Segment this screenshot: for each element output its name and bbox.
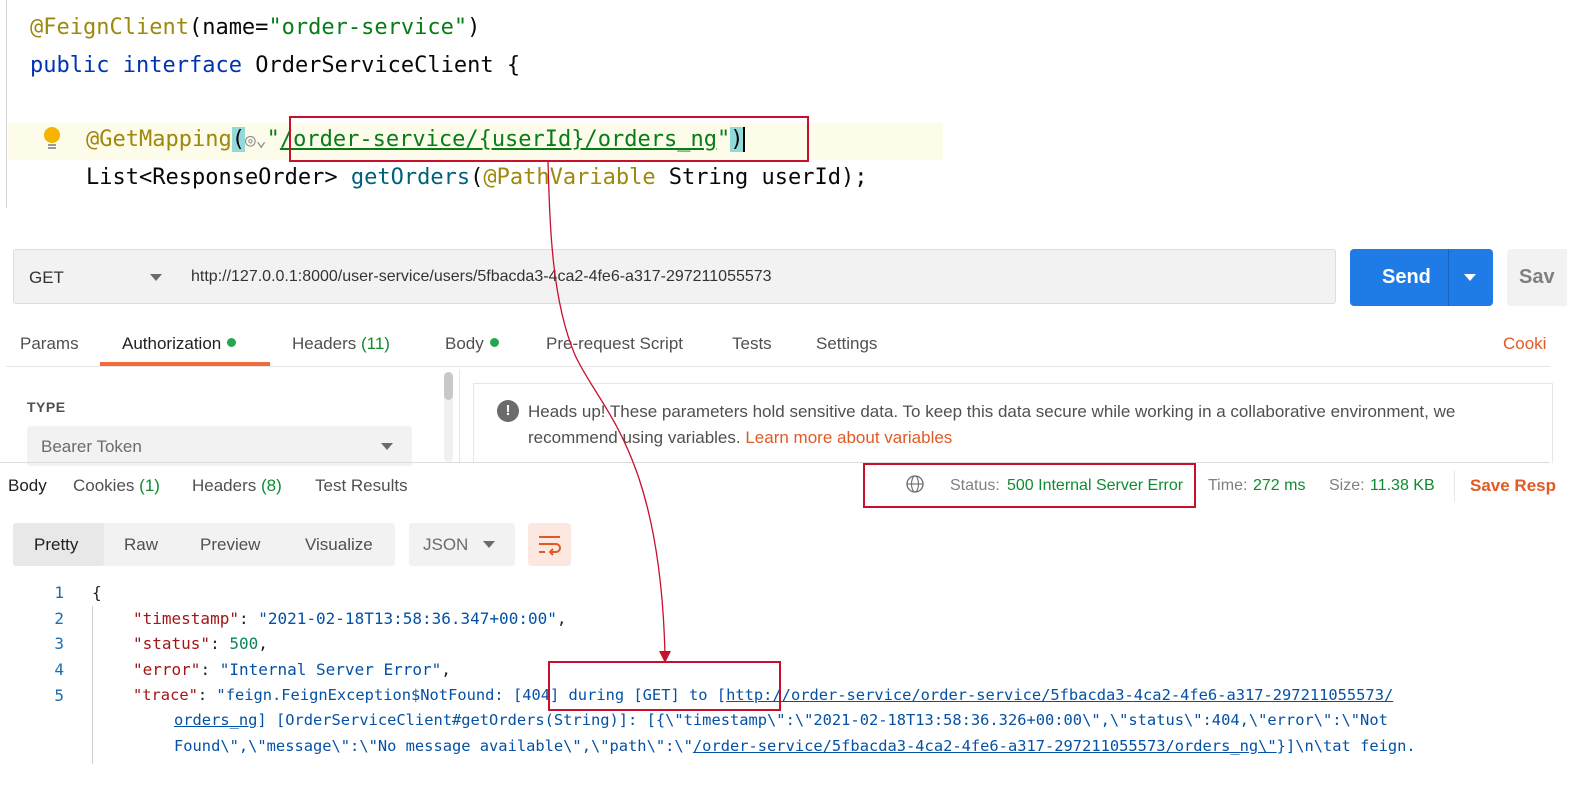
annotation-arrow	[547, 161, 671, 663]
